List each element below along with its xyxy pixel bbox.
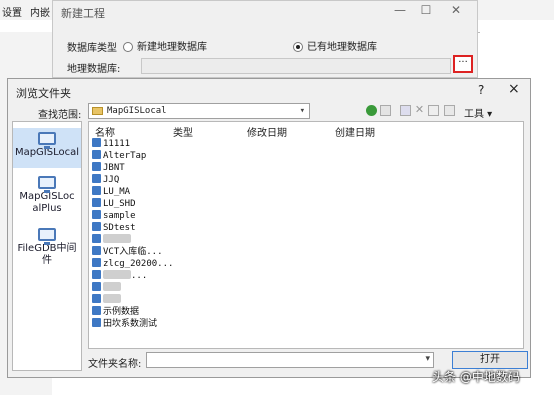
db-icon [92,162,101,171]
db-icon [92,258,101,267]
blurred-name [103,282,121,291]
back-icon[interactable] [366,105,377,116]
open-button[interactable]: 打开 [452,351,528,369]
file-list[interactable]: 名称 类型 修改日期 创建日期 11111 AlterTap JBNT JJQ … [88,121,524,349]
new-project-dialog: 新建工程 — ☐ ✕ 数据库类型 新建地理数据库 已有地理数据库 地理数据库: … [52,0,478,78]
toolbar-item-settings[interactable]: 设置 [2,4,22,19]
list-item[interactable]: ... [92,270,147,281]
blurred-name [103,270,131,279]
maximize-icon[interactable]: ☐ [415,3,437,19]
dialog-title: 新建工程 [61,7,105,20]
list-item[interactable]: 示例数据 [92,306,139,317]
list-item[interactable] [92,294,121,305]
db-icon [92,150,101,159]
browse-folder-dialog: 浏览文件夹 ? × 查找范围: MapGISLocal ▾ ✕ 工具 ▾ Map… [7,78,531,378]
folder-name-input[interactable]: ▾ [146,352,434,368]
radio-icon [123,42,133,52]
computer-icon [38,176,56,193]
new-folder-icon[interactable] [428,105,439,116]
look-in-label: 查找范围: [38,110,82,121]
computer-icon [38,132,56,149]
tools-menu[interactable]: 工具 ▾ [464,105,492,120]
place-mapgislocal[interactable]: MapGISLocal [13,128,81,168]
list-item[interactable]: AlterTap [92,150,146,161]
radio-existing-db[interactable]: 已有地理数据库 [293,38,377,53]
chevron-down-icon: ▾ [425,354,430,364]
db-icon [92,138,101,147]
column-created[interactable]: 创建日期 [335,124,375,139]
db-type-label: 数据库类型 [67,43,117,54]
place-mapgislocalplus[interactable]: MapGISLocalPlus [13,176,81,220]
blurred-name [103,294,121,303]
db-icon [92,306,101,315]
look-in-combo[interactable]: MapGISLocal ▾ [88,103,310,119]
list-item[interactable] [92,234,131,245]
list-item[interactable]: JBNT [92,162,125,173]
watermark: 头条 @中地数码 [432,370,520,384]
db-icon [92,210,101,219]
db-icon [92,234,101,243]
column-type[interactable]: 类型 [173,124,193,139]
list-item[interactable]: SDtest [92,222,136,233]
blurred-name [103,234,131,243]
list-item[interactable]: JJQ [92,174,119,185]
browse-button[interactable]: ··· [453,55,473,73]
db-icon [92,282,101,291]
db-icon [92,222,101,231]
close-icon[interactable]: ✕ [445,3,467,19]
list-item[interactable]: LU_MA [92,186,130,197]
up-folder-icon[interactable] [380,105,391,116]
list-item[interactable]: VCT入库临... [92,246,163,257]
minimize-icon[interactable]: — [389,3,411,19]
list-item[interactable] [92,282,121,293]
db-icon [92,246,101,255]
places-bar: MapGISLocal MapGISLocalPlus FileGDB中间件 [12,121,82,371]
radio-new-db[interactable]: 新建地理数据库 [123,38,207,53]
list-item[interactable]: sample [92,210,136,221]
search-web-icon[interactable] [400,105,411,116]
computer-icon [38,228,56,245]
views-icon[interactable] [444,105,455,116]
db-icon [92,270,101,279]
chevron-down-icon: ▾ [299,106,305,116]
toolbar-item-embed[interactable]: 内嵌 [30,4,50,19]
db-icon [92,186,101,195]
radio-selected-icon [293,42,303,52]
db-icon [92,318,101,327]
folder-icon [92,107,103,115]
close-icon[interactable]: × [508,81,520,97]
list-item[interactable]: LU_SHD [92,198,136,209]
db-path-field[interactable] [141,58,451,74]
place-filegdb[interactable]: FileGDB中间件 [13,228,81,266]
db-label: 地理数据库: [67,64,121,75]
delete-icon[interactable]: ✕ [414,104,425,116]
folder-name-label: 文件夹名称: [88,359,142,370]
dialog-title: 浏览文件夹 [16,87,71,100]
db-icon [92,294,101,303]
column-modified[interactable]: 修改日期 [247,124,287,139]
list-item[interactable]: 田坎系数测试 [92,318,157,329]
list-item[interactable]: zlcg_20200... [92,258,173,269]
db-icon [92,198,101,207]
help-icon[interactable]: ? [478,83,484,97]
list-item[interactable]: 11111 [92,138,130,149]
column-name[interactable]: 名称 [95,124,115,139]
db-icon [92,174,101,183]
